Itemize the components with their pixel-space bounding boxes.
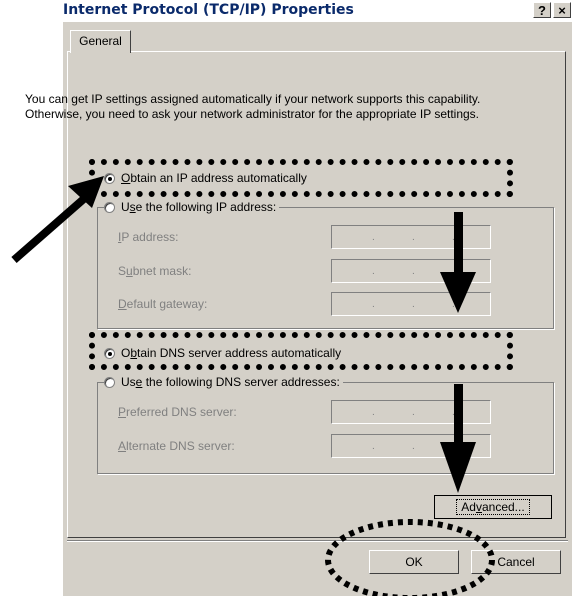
diagonal-arrow-icon	[11, 176, 104, 264]
highlight-ok-ellipse	[325, 519, 495, 596]
down-arrow-dns-icon	[440, 384, 476, 493]
tab-general[interactable]: General	[70, 30, 131, 53]
down-arrow-ip-icon	[440, 212, 476, 313]
tab-general-label: General	[79, 34, 122, 48]
annotation-layer	[11, 176, 495, 596]
